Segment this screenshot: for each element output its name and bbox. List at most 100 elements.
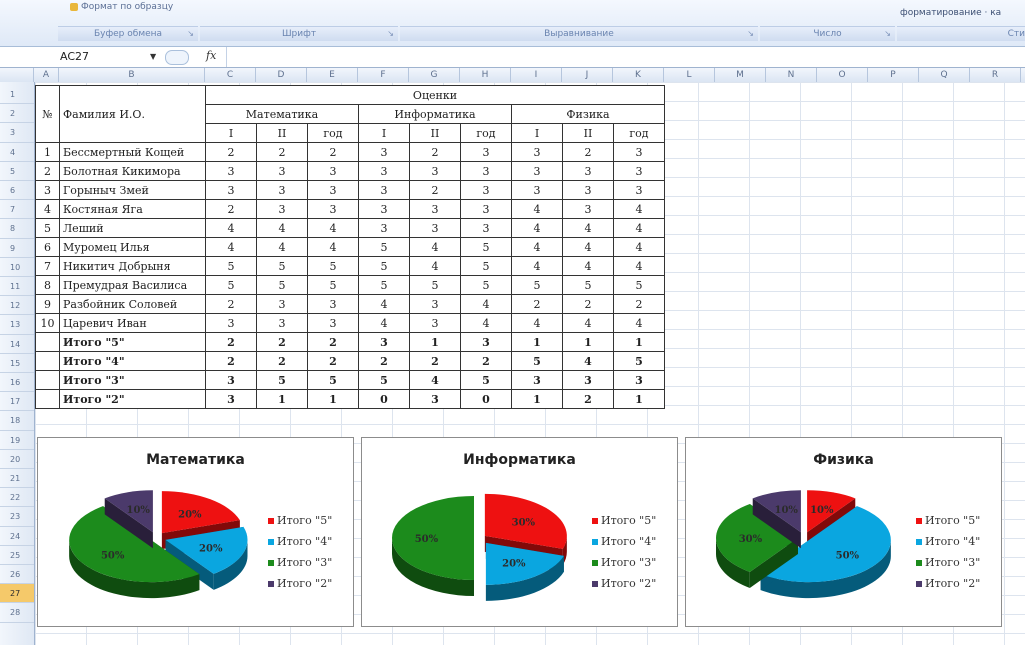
row-header[interactable]: 28 xyxy=(0,603,34,623)
total-cell[interactable]: 5 xyxy=(511,351,563,371)
total-cell[interactable]: 2 xyxy=(256,351,308,371)
grade-cell[interactable]: 5 xyxy=(307,256,359,276)
period-header[interactable]: год xyxy=(613,123,665,143)
grade-cell[interactable]: 4 xyxy=(562,256,614,276)
row-header[interactable]: 26 xyxy=(0,565,34,585)
total-cell[interactable]: 3 xyxy=(205,370,257,390)
row-header[interactable]: 10 xyxy=(0,258,34,277)
grade-cell[interactable]: 4 xyxy=(562,237,614,257)
grade-cell[interactable]: 3 xyxy=(562,161,614,181)
row-number[interactable]: 4 xyxy=(35,199,60,219)
empty-cell[interactable] xyxy=(35,370,60,390)
grade-cell[interactable]: 3 xyxy=(460,142,512,162)
grade-cell[interactable]: 2 xyxy=(409,142,461,162)
row-number[interactable]: 5 xyxy=(35,218,60,238)
row-number[interactable]: 3 xyxy=(35,180,60,200)
total-cell[interactable]: 2 xyxy=(205,351,257,371)
column-header-i[interactable]: I xyxy=(511,68,562,82)
total-cell[interactable]: 5 xyxy=(613,351,665,371)
row-header[interactable]: 23 xyxy=(0,507,34,527)
total-cell[interactable]: 1 xyxy=(613,389,665,409)
grade-cell[interactable]: 3 xyxy=(511,161,563,181)
conditional-format-button[interactable]: форматирование · ка xyxy=(900,8,1001,18)
row-header[interactable]: 13 xyxy=(0,315,34,335)
row-number[interactable]: 9 xyxy=(35,294,60,314)
grade-cell[interactable]: 3 xyxy=(307,199,359,219)
grade-cell[interactable]: 3 xyxy=(256,199,308,219)
total-cell[interactable]: 2 xyxy=(307,351,359,371)
row-header[interactable]: 6 xyxy=(0,181,34,201)
row-header[interactable]: 3 xyxy=(0,123,34,143)
grade-cell[interactable]: 4 xyxy=(205,218,257,238)
grade-cell[interactable]: 2 xyxy=(409,180,461,200)
total-cell[interactable]: 1 xyxy=(307,389,359,409)
student-name[interactable]: Премудрая Василиса xyxy=(59,275,206,295)
column-header-l[interactable]: L xyxy=(664,68,715,82)
period-header[interactable]: I xyxy=(205,123,257,143)
grade-cell[interactable]: 3 xyxy=(511,180,563,200)
grade-cell[interactable]: 5 xyxy=(256,256,308,276)
row-header[interactable]: 9 xyxy=(0,239,34,258)
total-cell[interactable]: 3 xyxy=(205,389,257,409)
grade-cell[interactable]: 4 xyxy=(511,313,563,333)
grade-cell[interactable]: 3 xyxy=(409,313,461,333)
grade-cell[interactable]: 3 xyxy=(256,180,308,200)
total-cell[interactable]: 2 xyxy=(460,351,512,371)
row-header[interactable]: 5 xyxy=(0,162,34,181)
grade-cell[interactable]: 3 xyxy=(409,199,461,219)
grade-cell[interactable]: 4 xyxy=(613,237,665,257)
row-header[interactable]: 27 xyxy=(0,584,34,604)
grade-cell[interactable]: 3 xyxy=(358,218,410,238)
grade-cell[interactable]: 3 xyxy=(205,180,257,200)
total-cell[interactable]: 5 xyxy=(307,370,359,390)
grade-cell[interactable]: 2 xyxy=(307,142,359,162)
row-header[interactable]: 20 xyxy=(0,450,34,469)
grade-cell[interactable]: 3 xyxy=(511,142,563,162)
column-header-o[interactable]: O xyxy=(817,68,868,82)
grade-cell[interactable]: 4 xyxy=(358,313,410,333)
total-cell[interactable]: 3 xyxy=(358,332,410,352)
row-header[interactable]: 11 xyxy=(0,277,34,297)
grade-cell[interactable]: 3 xyxy=(460,218,512,238)
row-header[interactable]: 12 xyxy=(0,296,34,316)
column-header-f[interactable]: F xyxy=(358,68,409,82)
row-header[interactable]: 21 xyxy=(0,469,34,489)
totals-label[interactable]: Итого "5" xyxy=(59,332,206,352)
grade-cell[interactable]: 2 xyxy=(562,142,614,162)
student-name[interactable]: Леший xyxy=(59,218,206,238)
grade-cell[interactable]: 5 xyxy=(409,275,461,295)
row-number[interactable]: 6 xyxy=(35,237,60,257)
grade-cell[interactable]: 4 xyxy=(613,218,665,238)
grade-cell[interactable]: 5 xyxy=(460,275,512,295)
row-number[interactable]: 10 xyxy=(35,313,60,333)
grade-cell[interactable]: 2 xyxy=(256,142,308,162)
column-header-a[interactable]: A xyxy=(34,68,59,82)
total-cell[interactable]: 2 xyxy=(562,389,614,409)
grade-cell[interactable]: 4 xyxy=(409,237,461,257)
student-name[interactable]: Костяная Яга xyxy=(59,199,206,219)
grade-cell[interactable]: 3 xyxy=(205,313,257,333)
row-header[interactable]: 19 xyxy=(0,431,34,450)
student-name[interactable]: Разбойник Соловей xyxy=(59,294,206,314)
column-header-p[interactable]: P xyxy=(868,68,919,82)
subject-header[interactable]: Математика xyxy=(205,104,359,124)
total-cell[interactable]: 1 xyxy=(409,332,461,352)
column-header-b[interactable]: B xyxy=(59,68,205,82)
total-cell[interactable]: 0 xyxy=(358,389,410,409)
grade-cell[interactable]: 4 xyxy=(256,218,308,238)
select-all-corner[interactable] xyxy=(0,68,34,82)
name-box[interactable]: AC27 ▼ xyxy=(60,49,160,64)
grade-cell[interactable]: 4 xyxy=(256,237,308,257)
total-cell[interactable]: 2 xyxy=(307,332,359,352)
grade-cell[interactable]: 4 xyxy=(460,294,512,314)
insert-function-button[interactable]: fx xyxy=(206,49,216,62)
column-header-j[interactable]: J xyxy=(562,68,613,82)
student-name[interactable]: Никитич Добрыня xyxy=(59,256,206,276)
grade-cell[interactable]: 3 xyxy=(358,180,410,200)
dialog-launcher-icon[interactable]: ↘ xyxy=(884,27,891,41)
column-header-h[interactable]: H xyxy=(460,68,511,82)
total-cell[interactable]: 3 xyxy=(562,370,614,390)
column-header-c[interactable]: C xyxy=(205,68,256,82)
empty-cell[interactable] xyxy=(35,351,60,371)
column-header-m[interactable]: M xyxy=(715,68,766,82)
